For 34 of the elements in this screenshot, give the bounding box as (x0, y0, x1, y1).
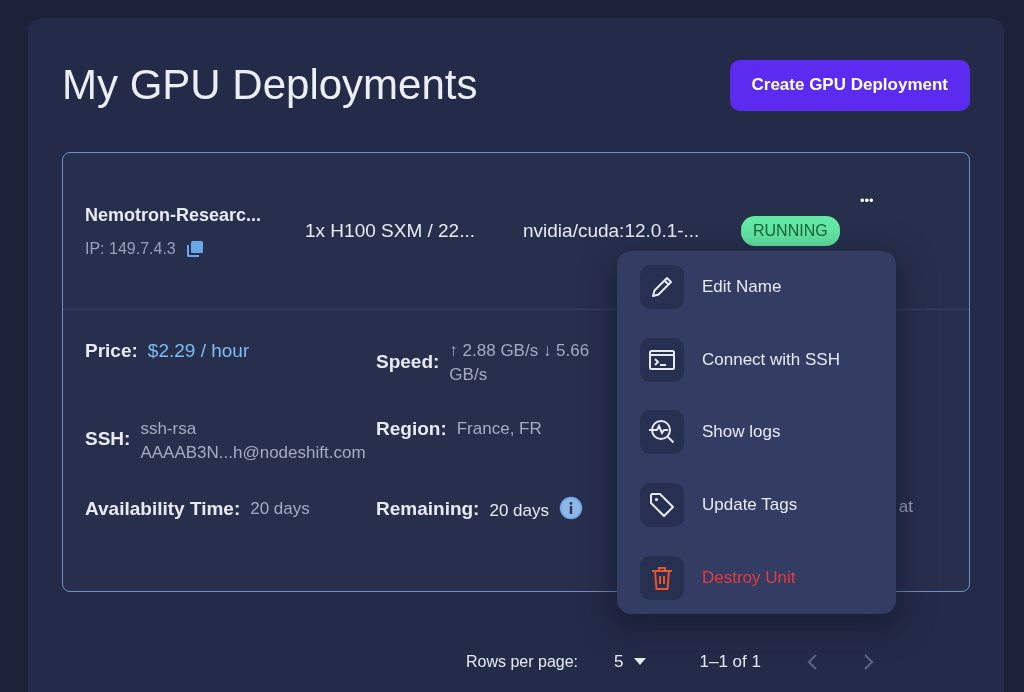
trash-icon (650, 564, 674, 591)
menu-item[interactable]: Edit Name (640, 251, 873, 324)
detail-label: Availability Time: (85, 497, 241, 520)
menu-item[interactable]: Update Tags (640, 468, 873, 542)
detail-label: Remaining: (376, 497, 480, 520)
page-range: 1–1 of 1 (699, 652, 761, 672)
detail-value: 20 days (250, 498, 310, 520)
menu-item[interactable]: Show logs (640, 396, 873, 469)
detail-label: Region: (376, 417, 447, 440)
detail-value: 20 days (489, 500, 549, 522)
tag-icon (648, 491, 676, 520)
deployment-name: Nemotron-Researc... (85, 204, 263, 226)
detail-value: $2.29 / hour (147, 339, 250, 363)
detail-label: Price: (85, 339, 138, 362)
detail-label: Speed: (376, 350, 440, 373)
copy-icon[interactable] (185, 239, 204, 258)
terminal-icon (648, 347, 676, 372)
caret-icon[interactable] (633, 658, 646, 666)
more-button[interactable]: ••• (858, 191, 876, 210)
create-deployment-button[interactable]: Create GPU Deployment (729, 59, 970, 111)
ip-address: IP: 149.7.4.3 (85, 239, 176, 258)
info-icon[interactable] (559, 496, 583, 520)
detail-value: ↑ 2.88 GB/s ↓ 5.66 GB/s (449, 340, 591, 386)
detail-value: ssh-rsa AAAAB3N...h@nodeshift.com (140, 418, 367, 464)
status-badge: RUNNING (741, 216, 840, 246)
detail-value: at (898, 496, 913, 517)
page-title: My GPU Deployments (62, 61, 478, 109)
menu-item[interactable]: Connect with SSH (640, 323, 873, 397)
gpu-spec: 1x H100 SXM / 22... (305, 220, 477, 242)
rows-per-page-label: Rows per page: (466, 653, 579, 671)
image-name: nvidia/cuda:12.0.1-... (523, 220, 701, 242)
detail-label: SSH: (85, 427, 131, 450)
detail-value: France, FR (456, 418, 542, 440)
rows-per-page-select[interactable]: 5 (608, 651, 630, 673)
